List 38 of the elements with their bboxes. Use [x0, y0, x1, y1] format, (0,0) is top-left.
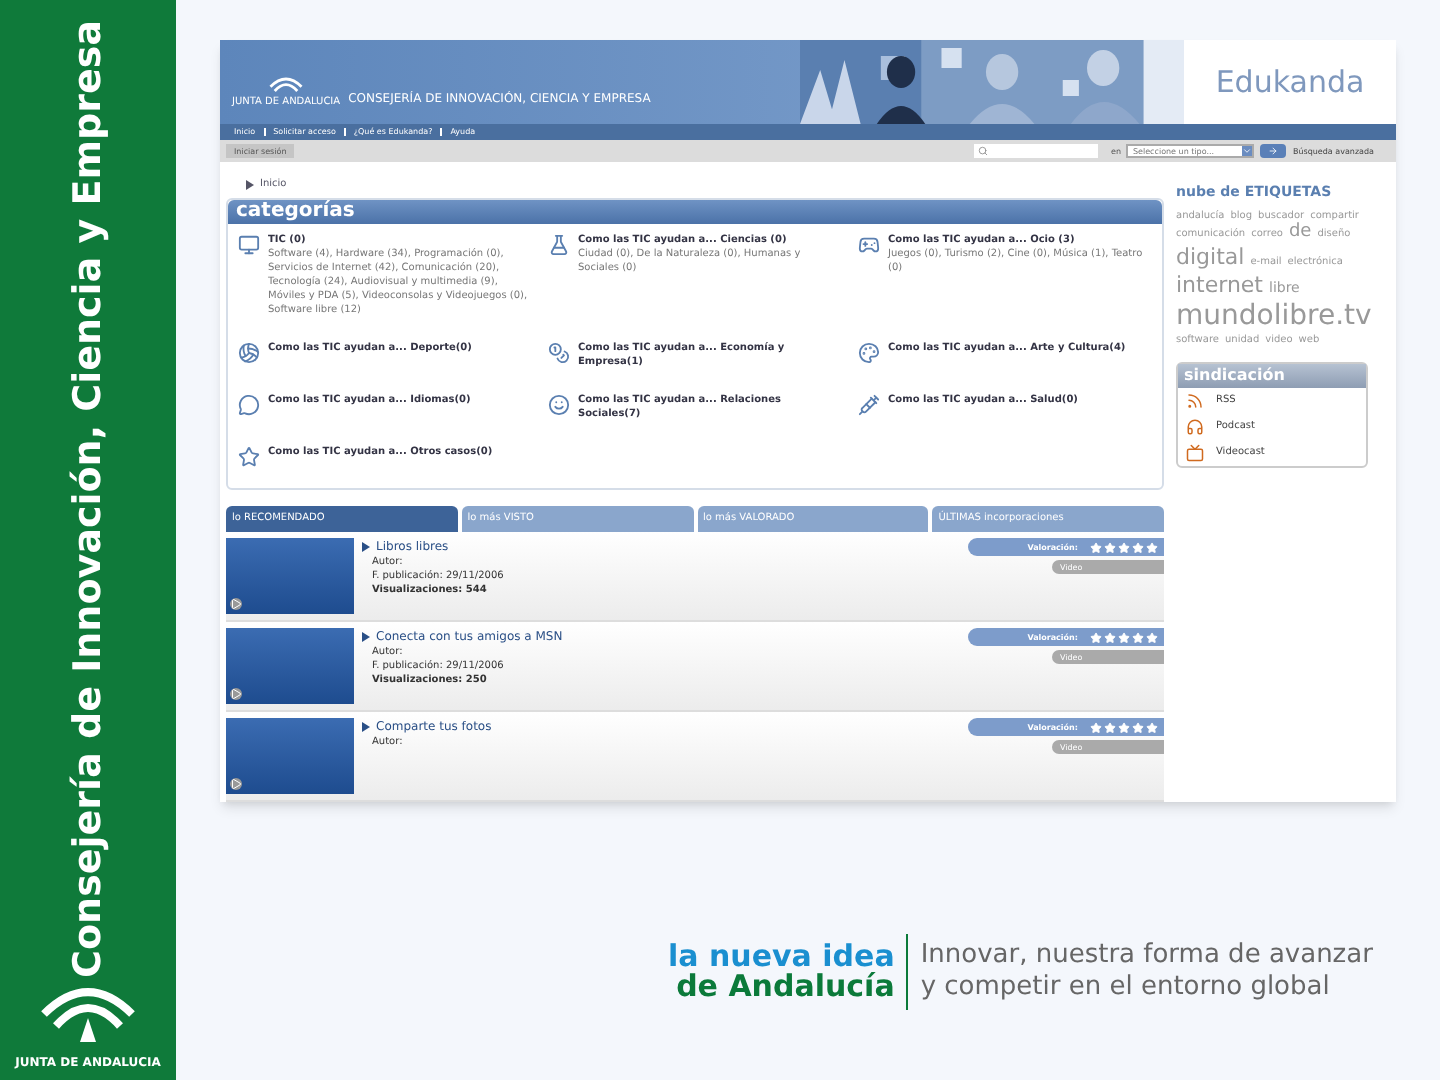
triangle-icon — [246, 180, 254, 190]
play-icon — [230, 778, 242, 790]
search-button[interactable] — [1260, 144, 1287, 158]
panel-title: sindicación — [1184, 364, 1285, 389]
panel-title: categorías — [236, 202, 355, 223]
sidebar-title: Consejería de Innovación, Ciencia y Empresa — [69, 20, 107, 978]
ball-icon — [238, 342, 260, 365]
coins-icon — [548, 342, 570, 365]
tag-link[interactable]: internet — [1176, 271, 1263, 299]
tagline-line: Innovar, nuestra forma de avanzar — [920, 939, 1373, 972]
play-icon — [230, 598, 242, 610]
arc-logo-icon — [266, 74, 307, 98]
gamepad-icon — [858, 234, 880, 257]
search-field[interactable] — [974, 144, 1099, 158]
tv-icon — [1186, 444, 1204, 463]
smiley-icon — [548, 394, 570, 417]
speech-bubble-icon — [238, 394, 260, 417]
caret-icon — [1242, 146, 1253, 156]
monitor-icon — [238, 234, 260, 257]
flask-icon — [548, 234, 570, 257]
triangle-icon — [362, 722, 370, 732]
triangle-icon — [362, 632, 370, 642]
rss-icon — [1186, 392, 1204, 411]
syringe-icon — [858, 394, 880, 417]
slogan-line: de Andalucía — [676, 972, 895, 1002]
arrow-icon — [1268, 146, 1279, 156]
tagline-line: y competir en el entorno global — [920, 972, 1332, 1005]
search-icon — [978, 146, 989, 156]
play-icon — [230, 688, 242, 700]
slogan-line: la nueva idea — [668, 942, 895, 972]
palette-icon — [858, 342, 880, 365]
tag-link[interactable]: de — [1288, 221, 1312, 244]
brand-logo: Edukanda — [1215, 61, 1365, 104]
triangle-icon — [362, 542, 370, 552]
headphones-icon — [1186, 418, 1204, 437]
star-icon — [238, 446, 260, 469]
tag-link[interactable]: mundolibre.tv — [1176, 299, 1372, 334]
tag-link[interactable]: digital — [1176, 244, 1245, 272]
